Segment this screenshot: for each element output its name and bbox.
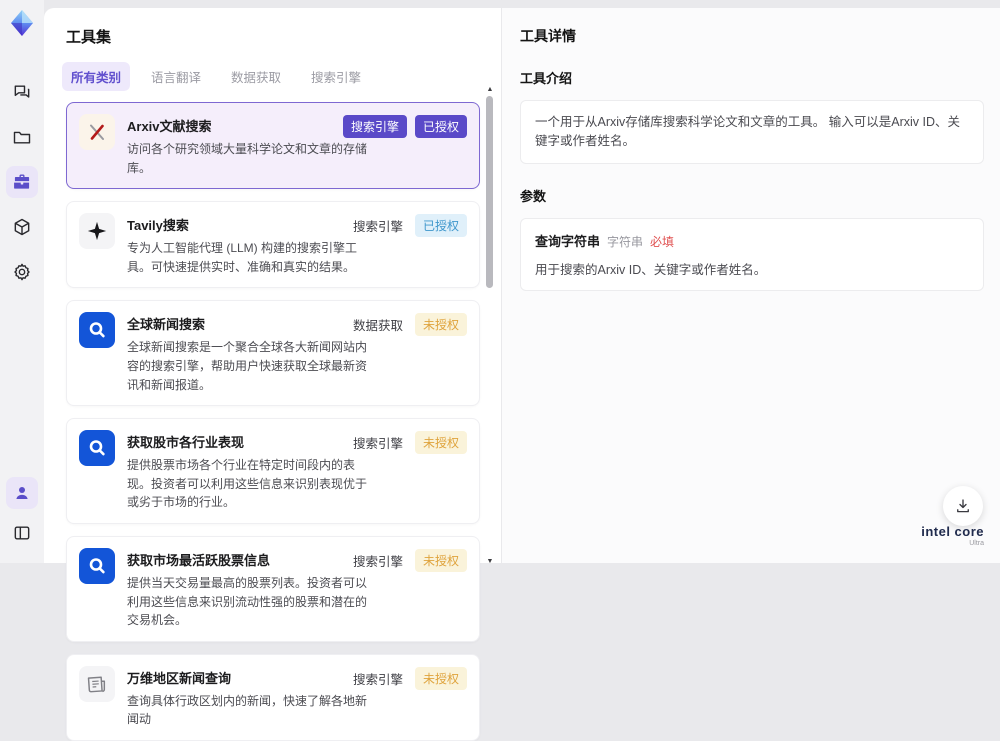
- tool-description: 访问各个研究领域大量科学论文和文章的存储库。: [127, 142, 368, 175]
- tool-text: 万维地区新闻查询 查询具体行政区划内的新闻，快速了解各地新闻动: [127, 666, 377, 729]
- tool-name: 获取股市各行业表现: [127, 435, 245, 451]
- list-scrollbar[interactable]: ▲ ▼: [486, 86, 494, 565]
- tool-name: Tavily搜索: [127, 218, 189, 234]
- tab-2[interactable]: 数据获取: [222, 62, 290, 91]
- tool-status-badge: 已授权: [414, 115, 467, 138]
- tool-card[interactable]: Arxiv文献搜索 访问各个研究领域大量科学论文和文章的存储库。 搜索引擎 已授…: [66, 102, 480, 190]
- param-header: 查询字符串 字符串 必填: [535, 231, 969, 250]
- tab-0[interactable]: 所有类别: [62, 62, 131, 91]
- category-tabs: 所有类别 语言翻译 数据获取 搜索引擎: [62, 62, 501, 91]
- blue-search-icon: [79, 312, 115, 349]
- left-rail: [0, 0, 44, 563]
- tool-status-badge: 未授权: [414, 431, 467, 455]
- tool-text: Tavily搜索 专为人工智能代理 (LLM) 构建的搜索引擎工具。可快速提供实…: [127, 213, 377, 276]
- cube-icon[interactable]: [6, 211, 38, 243]
- tool-card[interactable]: 万维地区新闻查询 查询具体行政区划内的新闻，快速了解各地新闻动 搜索引擎 未授权: [66, 653, 480, 741]
- detail-title: 工具详情: [520, 28, 576, 44]
- download-icon: [957, 499, 969, 513]
- chat-icon[interactable]: [6, 76, 38, 108]
- tool-meta: 搜索引擎 未授权: [352, 548, 467, 572]
- blue-search-icon: [79, 430, 115, 467]
- tool-status-badge: 已授权: [414, 214, 467, 238]
- arxiv-icon: [79, 114, 115, 150]
- folder-icon[interactable]: [6, 121, 38, 153]
- intro-section-title: 工具介绍: [520, 71, 573, 86]
- tool-description: 提供当天交易量最高的股票列表。投资者可以利用这些信息来识别流动性强的股票和潜在的…: [127, 575, 368, 628]
- download-button[interactable]: [943, 486, 983, 526]
- tool-detail-panel: 工具详情 工具介绍 一个用于从Arxiv存储库搜索科学论文和文章的工具。 输入可…: [502, 8, 1000, 563]
- tool-description: 全球新闻搜索是一个聚合全球各大新闻网站内容的搜索引擎，帮助用户快速获取全球最新资…: [127, 340, 368, 392]
- tool-intro-text: 一个用于从Arxiv存储库搜索科学论文和文章的工具。 输入可以是Arxiv ID…: [520, 100, 984, 164]
- intel-core-logo: intel core Ultra: [921, 524, 984, 547]
- rail-bottom: [0, 477, 44, 549]
- tool-list-panel: 工具集 所有类别 语言翻译 数据获取 搜索引擎 Arxiv文献搜索 访问各个研究领域大…: [44, 8, 501, 741]
- tool-status-badge: 未授权: [414, 666, 467, 690]
- param-name: 查询字符串: [535, 233, 601, 249]
- tool-category: 搜索引擎: [342, 115, 407, 138]
- tool-card[interactable]: Tavily搜索 专为人工智能代理 (LLM) 构建的搜索引擎工具。可快速提供实…: [66, 201, 480, 289]
- page-title: 工具集: [66, 29, 112, 46]
- scroll-down-icon[interactable]: ▼: [486, 558, 494, 566]
- tool-name: 全球新闻搜索: [127, 317, 206, 333]
- tool-status-badge: 未授权: [414, 313, 467, 337]
- rail-nav: [6, 76, 38, 288]
- tool-meta: 数据获取 未授权: [352, 313, 467, 337]
- scroll-up-icon[interactable]: ▲: [486, 86, 494, 94]
- tool-text: Arxiv文献搜索 访问各个研究领域大量科学论文和文章的存储库。: [127, 114, 377, 177]
- tool-cards: Arxiv文献搜索 访问各个研究领域大量科学论文和文章的存储库。 搜索引擎 已授…: [66, 102, 480, 741]
- blue-search-icon: [79, 547, 115, 584]
- tool-text: 获取股市各行业表现 提供股票市场各个行业在特定时间段内的表现。投资者可以利用这些…: [127, 430, 377, 512]
- tool-description: 专为人工智能代理 (LLM) 构建的搜索引擎工具。可快速提供实时、准确和真实的结…: [127, 241, 358, 274]
- intel-core-sub-text: Ultra: [969, 540, 984, 547]
- tool-name: 万维地区新闻查询: [127, 670, 232, 686]
- params-section-title: 参数: [520, 188, 547, 204]
- user-icon[interactable]: [6, 477, 38, 509]
- tool-text: 获取市场最活跃股票信息 提供当天交易量最高的股票列表。投资者可以利用这些信息来识…: [127, 548, 377, 630]
- tool-category: 数据获取: [352, 319, 403, 334]
- scrollbar-thumb[interactable]: [486, 96, 493, 288]
- tool-description: 查询具体行政区划内的新闻，快速了解各地新闻动: [127, 693, 368, 727]
- settings-icon[interactable]: [6, 256, 38, 288]
- tool-category: 搜索引擎: [352, 554, 403, 569]
- tool-status-badge: 未授权: [414, 548, 467, 572]
- app-logo-icon: [7, 8, 37, 38]
- intel-core-text: intel core: [921, 524, 984, 539]
- tool-name: Arxiv文献搜索: [127, 119, 212, 134]
- param-card: 查询字符串 字符串 必填 用于搜索的Arxiv ID、关键字或作者姓名。: [520, 217, 984, 291]
- tavily-icon: [79, 213, 115, 250]
- param-required-badge: 必填: [650, 234, 675, 249]
- tool-category: 搜索引擎: [352, 437, 403, 452]
- param-type: 字符串: [607, 234, 644, 249]
- tool-category: 搜索引擎: [352, 220, 403, 235]
- tool-meta: 搜索引擎 已授权: [352, 214, 467, 238]
- tool-meta: 搜索引擎 未授权: [352, 431, 467, 455]
- tab-3[interactable]: 搜索引擎: [302, 62, 370, 91]
- param-description: 用于搜索的Arxiv ID、关键字或作者姓名。: [535, 262, 767, 277]
- toolbox-icon[interactable]: [6, 166, 38, 198]
- tool-description: 提供股票市场各个行业在特定时间段内的表现。投资者可以利用这些信息来识别表现优于或…: [127, 458, 368, 510]
- tool-text: 全球新闻搜索 全球新闻搜索是一个聚合全球各大新闻网站内容的搜索引擎，帮助用户快速…: [127, 312, 377, 394]
- tool-card[interactable]: 全球新闻搜索 全球新闻搜索是一个聚合全球各大新闻网站内容的搜索引擎，帮助用户快速…: [66, 300, 480, 407]
- tab-1[interactable]: 语言翻译: [142, 62, 210, 91]
- tool-category: 搜索引擎: [352, 672, 403, 687]
- tool-meta: 搜索引擎 已授权: [342, 115, 467, 138]
- tool-card[interactable]: 获取股市各行业表现 提供股票市场各个行业在特定时间段内的表现。投资者可以利用这些…: [66, 418, 480, 524]
- layout-panel-icon[interactable]: [6, 517, 38, 549]
- tool-card[interactable]: 获取市场最活跃股票信息 提供当天交易量最高的股票列表。投资者可以利用这些信息来识…: [66, 535, 480, 642]
- tool-meta: 搜索引擎 未授权: [352, 666, 467, 690]
- news-icon: [79, 665, 115, 702]
- tool-name: 获取市场最活跃股票信息: [127, 552, 271, 568]
